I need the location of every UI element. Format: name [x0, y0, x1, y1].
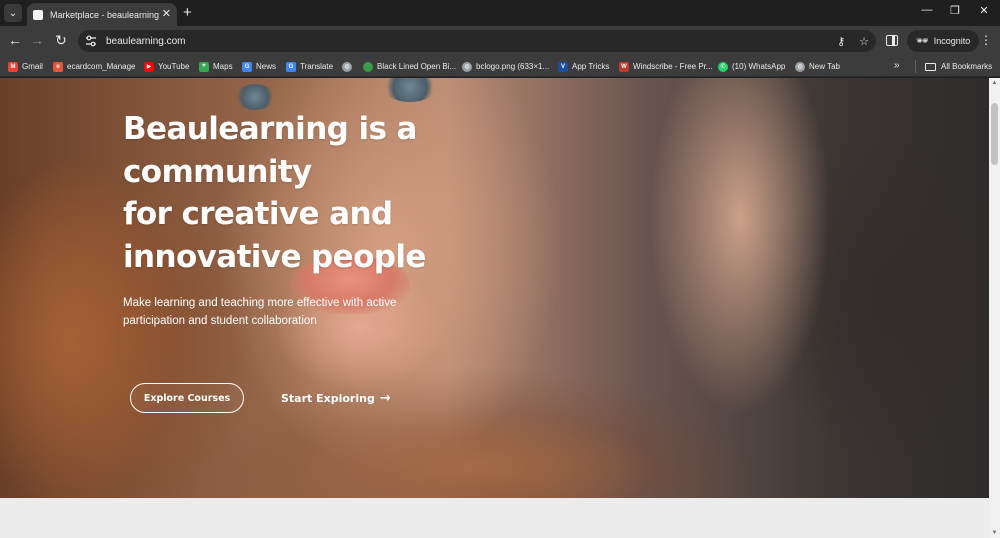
bookmark-maps[interactable]: ⌖ Maps — [199, 60, 233, 73]
new-tab-button[interactable]: + — [183, 5, 192, 20]
maps-icon: ⌖ — [199, 61, 209, 72]
hero-section: Beaulearning is a community for creative… — [0, 78, 989, 498]
page-viewport: Beaulearning is a community for creative… — [0, 78, 989, 538]
restore-button[interactable]: ❐ — [945, 4, 965, 17]
site-icon — [363, 61, 373, 72]
headline-line: Beaulearning is a — [123, 111, 417, 147]
youtube-icon: ▶ — [144, 61, 154, 72]
headline-line: for creative and — [123, 196, 393, 232]
bookmark-translate[interactable]: G Translate — [286, 60, 333, 73]
apptricks-icon: V — [558, 61, 568, 72]
bookmark-bclogo[interactable]: ◍ bclogo.png (633×1... — [462, 60, 549, 73]
globe-icon: ◍ — [795, 61, 805, 72]
explore-courses-button[interactable]: Explore Courses — [130, 383, 244, 413]
close-window-button[interactable]: ✕ — [974, 4, 994, 17]
scroll-down-icon[interactable]: ▼ — [991, 530, 998, 536]
arrow-right-icon: → — [379, 390, 391, 406]
tab-marketplace[interactable]: Marketplace - beaulearning ✕ — [27, 3, 177, 26]
whatsapp-icon: ✆ — [718, 61, 728, 72]
scrollbar-thumb[interactable] — [991, 103, 998, 165]
start-exploring-label: Start Exploring — [281, 391, 375, 405]
globe-icon: ◍ — [342, 61, 352, 72]
news-icon: G — [242, 61, 252, 72]
page-scrollbar[interactable]: ▲ ▼ — [989, 78, 1000, 538]
address-bar[interactable]: beaulearning.com ⚷ ☆ — [78, 30, 876, 52]
hero-photo-eye-right — [383, 78, 437, 102]
globe-icon: ◍ — [462, 61, 472, 72]
bookmark-gmail[interactable]: M Gmail — [8, 60, 43, 73]
bookmark-youtube[interactable]: ▶ YouTube — [144, 60, 189, 73]
scroll-up-icon[interactable]: ▲ — [991, 80, 998, 86]
bookmark-windscribe[interactable]: W Windscribe - Free Pr... — [619, 60, 713, 73]
browser-toolbar: ← → ↻ beaulearning.com ⚷ ☆ 🕶 Incognito ⋮ — [0, 26, 1000, 56]
incognito-badge[interactable]: 🕶 Incognito — [907, 30, 980, 52]
password-key-icon[interactable]: ⚷ — [837, 35, 845, 48]
bookmark-app-tricks[interactable]: V App Tricks — [558, 60, 609, 73]
side-panel-icon[interactable] — [886, 35, 898, 46]
folder-icon — [925, 62, 936, 71]
back-icon[interactable]: ← — [7, 33, 23, 47]
next-section — [0, 498, 989, 538]
hero-headline: Beaulearning is a community for creative… — [123, 108, 543, 278]
bookmark-news[interactable]: G News — [242, 60, 276, 73]
minimize-button[interactable]: — — [917, 4, 937, 16]
tab-strip: ⌄ Marketplace - beaulearning ✕ + — ❐ ✕ — [0, 0, 1000, 26]
url-text[interactable]: beaulearning.com — [106, 36, 830, 47]
bookmark-whatsapp[interactable]: ✆ (10) WhatsApp — [718, 60, 785, 73]
hero-content: Beaulearning is a community for creative… — [123, 108, 543, 278]
bookmarks-divider — [915, 60, 916, 73]
bookmark-globe[interactable]: ◍ — [342, 60, 356, 73]
tab-title: Marketplace - beaulearning — [50, 9, 160, 20]
incognito-icon: 🕶 — [916, 35, 929, 47]
translate-icon: G — [286, 61, 296, 72]
ecardcom-icon: e — [53, 61, 63, 72]
more-bookmarks-icon[interactable]: » — [894, 60, 900, 71]
bookmark-new-tab[interactable]: ◍ New Tab — [795, 60, 840, 73]
bookmark-star-icon[interactable]: ☆ — [859, 35, 869, 48]
tab-favicon-icon — [33, 9, 43, 20]
headline-line: community — [123, 153, 312, 190]
hero-photo-eye-left — [235, 84, 275, 110]
hero-subtext: Make learning and teaching more effectiv… — [123, 297, 397, 327]
bookmark-black-lined[interactable]: Black Lined Open Bi... — [363, 60, 456, 73]
menu-dots-icon[interactable]: ⋮ — [979, 33, 993, 47]
windscribe-icon: W — [619, 61, 629, 72]
bookmark-ecardcom[interactable]: e ecardcom_Manage — [53, 60, 135, 73]
tab-search-icon[interactable]: ⌄ — [4, 4, 22, 22]
gmail-icon: M — [8, 61, 18, 72]
all-bookmarks-button[interactable]: All Bookmarks — [925, 60, 992, 73]
tab-close-icon[interactable]: ✕ — [162, 9, 171, 20]
headline-line: innovative people — [123, 238, 426, 275]
bookmarks-bar: M Gmail e ecardcom_Manage ▶ YouTube ⌖ Ma… — [0, 56, 1000, 77]
forward-icon[interactable]: → — [29, 33, 45, 47]
incognito-label: Incognito — [933, 36, 971, 46]
reload-icon[interactable]: ↻ — [53, 33, 69, 47]
start-exploring-button[interactable]: Start Exploring → — [281, 389, 391, 407]
site-info-icon[interactable] — [84, 34, 98, 48]
hero-photo-hair-lower — [280, 408, 660, 498]
